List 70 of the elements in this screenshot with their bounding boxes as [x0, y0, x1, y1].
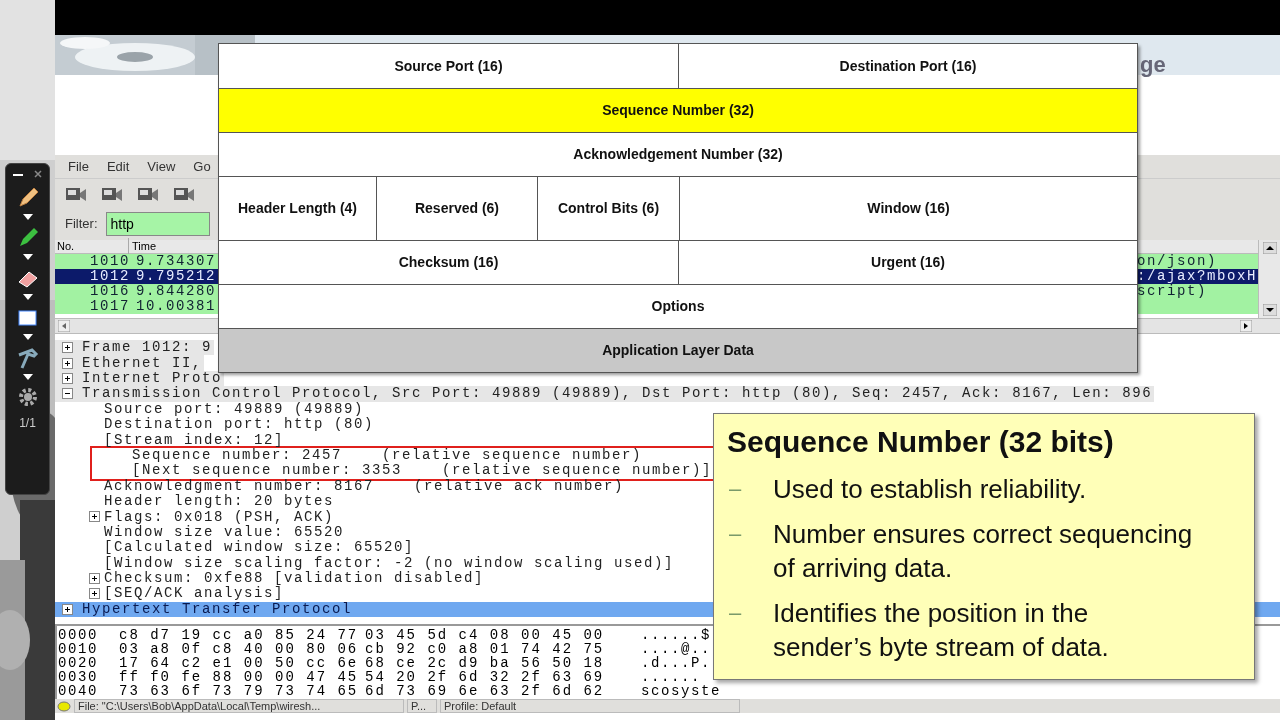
bullet-text: Used to establish reliability.: [773, 473, 1088, 506]
packet-row[interactable]: 1016 9.844280: [55, 284, 218, 299]
tree-row[interactable]: Ethernet II,: [55, 355, 205, 371]
packet-row[interactable]: 1012 9.795212: [55, 269, 218, 284]
tree-line: Hypertext Transfer Protocol: [82, 600, 353, 619]
filter-field[interactable]: http: [105, 212, 210, 236]
packet-number: 1010: [89, 252, 130, 270]
packet-number: 1017: [89, 297, 130, 316]
tree-line: Header length: 20 bytes: [103, 493, 335, 510]
header-field: Application Layer Data: [219, 329, 1137, 372]
menu-item[interactable]: Edit: [106, 156, 130, 177]
scroll-down-icon[interactable]: [1262, 304, 1277, 316]
bullet-marker: –: [728, 520, 743, 548]
expand-icon[interactable]: [89, 588, 100, 600]
menu-item[interactable]: Go: [193, 156, 211, 177]
tree-line: [Window size scaling factor: -2 (no window scaling used)]: [103, 554, 675, 571]
status-indicator-icon: [57, 700, 71, 712]
tree-line: Destination port: http (80): [103, 416, 375, 433]
expand-icon[interactable]: [89, 511, 100, 523]
tree-line: Checksum: 0xfe88 [validation disabled]: [104, 570, 485, 587]
tree-line: Source port: 49889 (49889): [103, 400, 365, 417]
expand-icon[interactable]: [62, 342, 73, 354]
scrollbar-track[interactable]: [55, 318, 218, 334]
tree-line: [Calculated window size: 65520]: [103, 538, 415, 556]
packet-row[interactable]: 1017 10.00381: [55, 299, 218, 314]
packet-info: script): [1137, 284, 1258, 299]
packet-info: :/ajax?mboxH: [1137, 269, 1258, 284]
tree-line: Window size value: 65520: [103, 523, 345, 540]
hex-ascii: ......$: [641, 625, 711, 643]
scroll-up-icon[interactable]: [1262, 242, 1277, 254]
header-field: Sequence Number (32): [219, 89, 1137, 132]
banner-text: ge: [1140, 51, 1166, 79]
expand-icon[interactable]: [62, 603, 73, 615]
tree-line: Flags: 0x018 (PSH, ACK): [104, 508, 335, 525]
packet-time: 9.734307: [135, 252, 216, 270]
hex-ascii: ....@..: [641, 640, 711, 657]
packet-number: 1016: [89, 282, 130, 300]
collapse-icon[interactable]: [62, 388, 73, 400]
packet-row[interactable]: 1010 9.734307: [55, 254, 218, 269]
expand-icon[interactable]: [62, 372, 73, 384]
tree-line: Sequence number: 2457 (relative sequence number): [132, 446, 643, 463]
scroll-left-icon[interactable]: [58, 320, 70, 332]
menu-item[interactable]: View: [147, 156, 176, 177]
packet-time: 9.795212: [135, 267, 216, 285]
tree-line: [SEQ/ACK analysis]: [104, 585, 285, 602]
callout-title: Sequence Number (32 bits): [727, 424, 1115, 460]
status-file: File: "C:\Users\Bob\AppData\Local\Temp\wiresh...: [74, 699, 404, 713]
menu-item[interactable]: File: [68, 156, 89, 177]
tree-line: Internet Proto: [82, 370, 223, 386]
scroll-right-icon[interactable]: [1240, 320, 1252, 332]
expand-icon[interactable]: [89, 573, 100, 585]
bullet-marker: –: [728, 475, 743, 503]
packet-number: 1012: [89, 267, 130, 285]
column-header[interactable]: Time: [129, 238, 157, 255]
tree-line: Frame 1012: 9: [82, 338, 213, 356]
status-packets: P...: [407, 699, 437, 713]
tree-line: Acknowledgment number: 8167 (relative ack number): [103, 477, 625, 494]
tree-row[interactable]: Frame 1012: 9: [55, 340, 215, 356]
tree-line: [Next sequence number: 3353 (relative sequence number)]: [131, 462, 713, 479]
filter-label: Filter:: [65, 215, 98, 234]
expand-icon[interactable]: [62, 357, 73, 369]
scrollbar-track[interactable]: [1137, 318, 1280, 334]
tree-line: Ethernet II,: [82, 353, 203, 372]
packet-info: on/json): [1137, 254, 1258, 269]
scrollbar[interactable]: [1258, 240, 1280, 318]
bullet-text: Number ensures correct sequencing of arriving data.: [773, 518, 1193, 585]
packet-time: 10.00381: [135, 297, 216, 316]
packet-time: 9.844280: [135, 282, 216, 300]
status-profile: Profile: Default: [440, 699, 740, 713]
tree-line: [Stream index: 12]: [103, 431, 285, 448]
